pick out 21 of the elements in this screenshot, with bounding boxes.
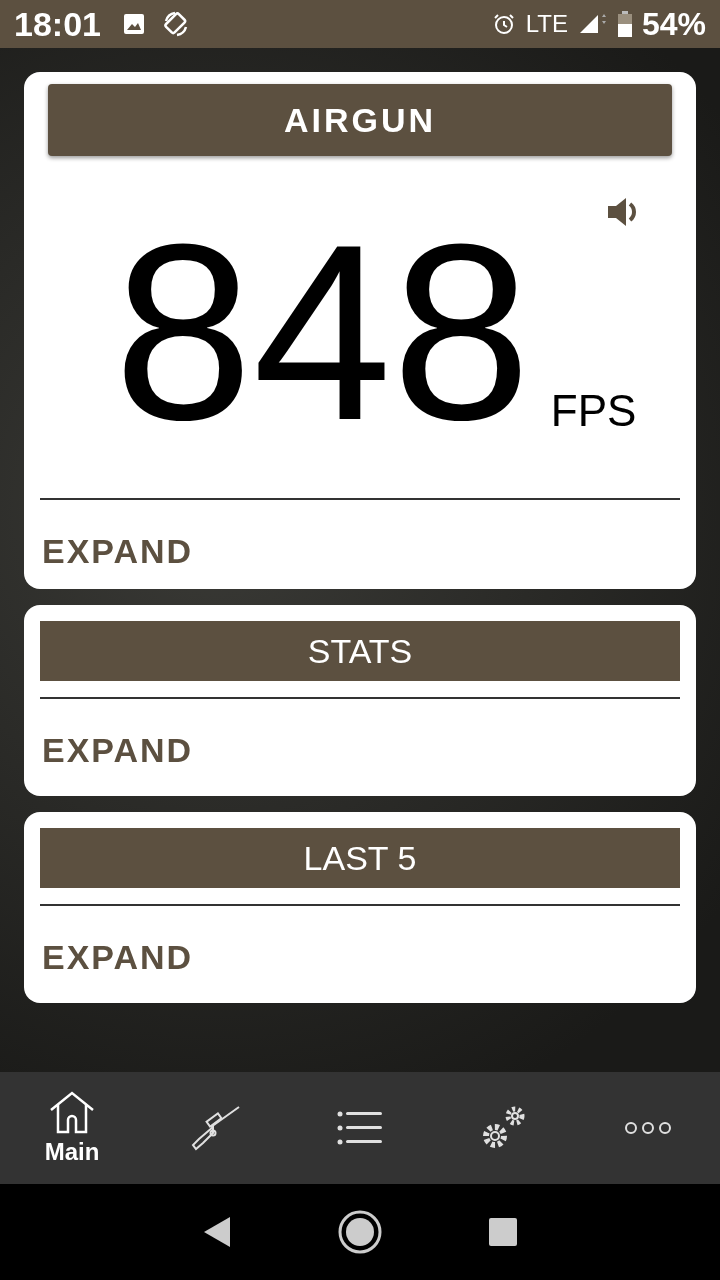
- network-type: LTE: [525, 10, 568, 38]
- section-header: STATS: [40, 621, 680, 681]
- expand-button[interactable]: EXPAND: [40, 532, 196, 571]
- velocity-reading: 848: [113, 208, 531, 458]
- section-header: LAST 5: [40, 828, 680, 888]
- home-icon: [48, 1090, 96, 1134]
- title-button[interactable]: AIRGUN: [48, 84, 672, 156]
- expand-button[interactable]: EXPAND: [40, 731, 196, 770]
- image-icon: [122, 13, 145, 35]
- home-button-icon[interactable]: [337, 1209, 383, 1255]
- unit-label: FPS: [550, 386, 637, 436]
- battery-icon: [617, 11, 632, 37]
- clock-time: 18:01: [14, 4, 101, 44]
- more-icon: [624, 1121, 672, 1135]
- expand-button[interactable]: EXPAND: [40, 938, 196, 977]
- nav-tab[interactable]: Main: [0, 1072, 144, 1184]
- battery-percent: 54%: [641, 5, 706, 43]
- recents-icon[interactable]: [487, 1217, 518, 1247]
- back-icon[interactable]: [202, 1215, 233, 1249]
- rifle-icon: [191, 1105, 241, 1151]
- list-icon: [337, 1109, 383, 1147]
